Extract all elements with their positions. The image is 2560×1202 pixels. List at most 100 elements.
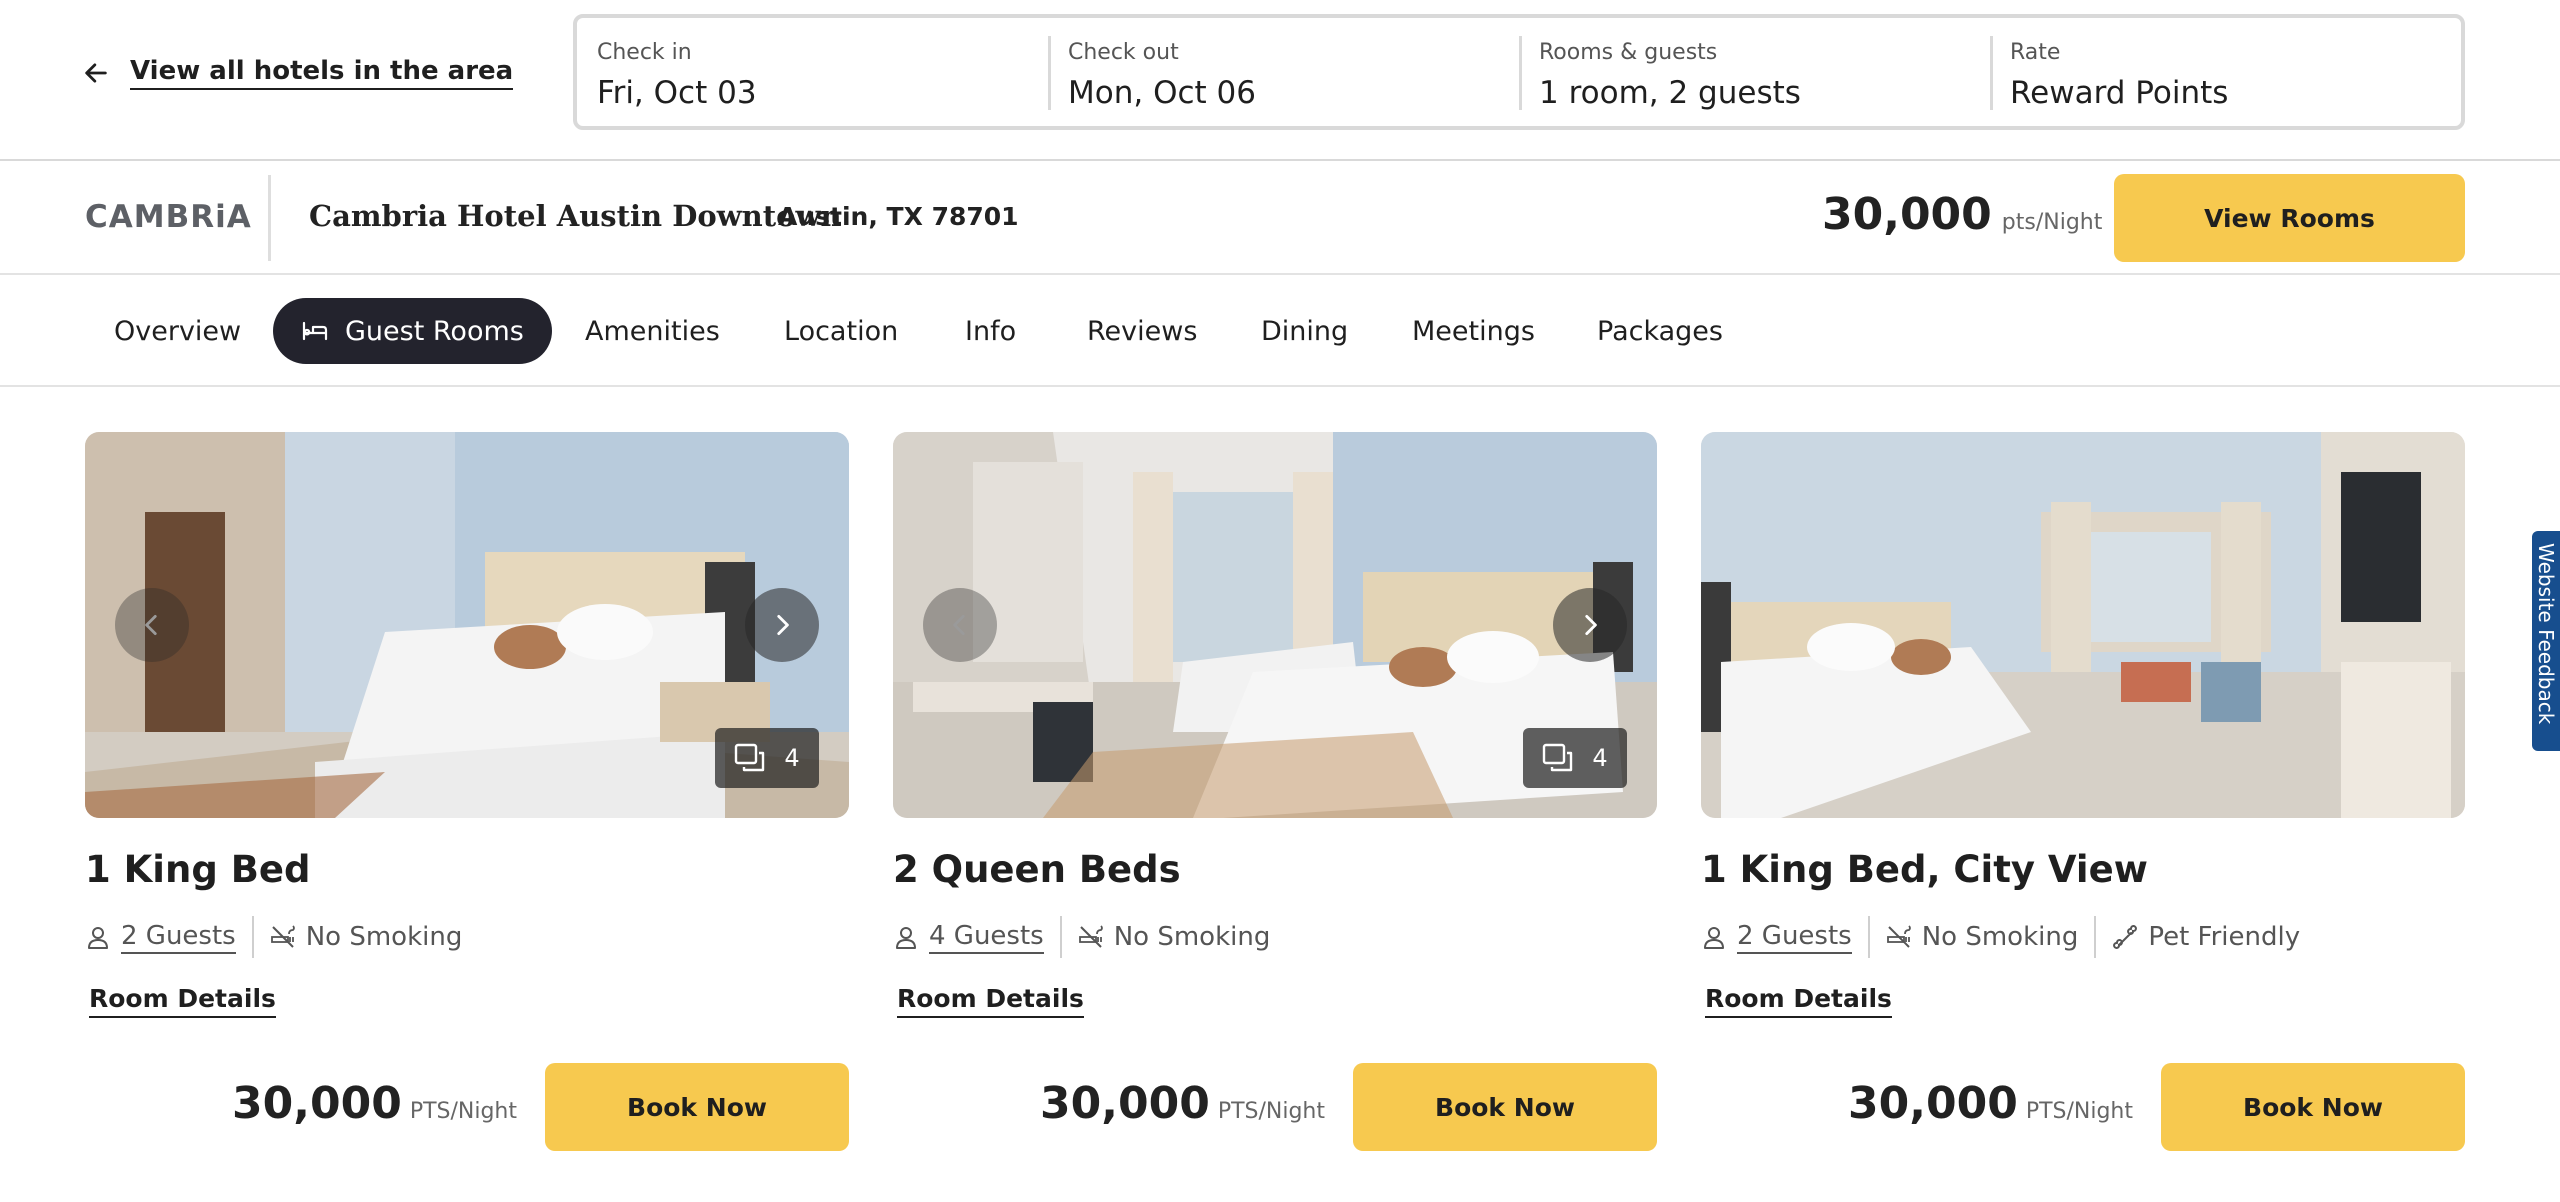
person-icon	[88, 927, 108, 949]
search-header: View all hotels in the area Check in Fri…	[0, 0, 2560, 161]
room-details-link[interactable]: Room Details	[1705, 984, 1892, 1018]
tab-guest-rooms-label: Guest Rooms	[345, 315, 524, 347]
feature-divider	[2094, 916, 2097, 958]
person-icon	[896, 927, 916, 949]
photo-gallery-button[interactable]: 4	[715, 728, 819, 788]
guests-feature: 2 Guests	[85, 921, 236, 954]
rate-caption: Rate	[2010, 40, 2061, 65]
check-out-caption: Check out	[1068, 40, 1179, 65]
check-in-field[interactable]: Check in Fri, Oct 03	[577, 18, 1048, 126]
pet-bone-icon	[2113, 925, 2138, 949]
book-now-button[interactable]: Book Now	[1353, 1063, 1657, 1151]
room-features: 2 Guests No Smoking Pet Friendly	[1701, 916, 2300, 958]
room-price-value: 30,000	[232, 1078, 402, 1129]
arrow-left-icon	[85, 63, 107, 83]
room-price-unit: PTS/Night	[1217, 1099, 1325, 1124]
view-all-hotels-link[interactable]: View all hotels in the area	[82, 56, 514, 90]
gallery-icon	[735, 743, 765, 772]
tab-meetings[interactable]: Meetings	[1384, 298, 1563, 364]
cambria-logo: CAMBRiA	[85, 199, 252, 235]
chevron-left-icon	[145, 614, 157, 636]
website-feedback-label: Website Feedback	[2534, 543, 2558, 725]
rooms-guests-caption: Rooms & guests	[1539, 40, 1718, 65]
next-photo-button[interactable]	[1553, 588, 1627, 662]
rate-value: Reward Points	[2010, 75, 2229, 111]
pet-label: Pet Friendly	[2148, 922, 2301, 952]
room-title: 1 King Bed, City View	[1701, 848, 2148, 891]
room-details-link[interactable]: Room Details	[89, 984, 276, 1018]
guests-link[interactable]: 2 Guests	[121, 921, 236, 954]
tab-location[interactable]: Location	[756, 298, 926, 364]
tab-amenities[interactable]: Amenities	[557, 298, 748, 364]
tab-reviews[interactable]: Reviews	[1059, 298, 1225, 364]
no-smoking-icon	[270, 925, 295, 948]
brand-divider	[268, 175, 271, 261]
view-rooms-button[interactable]: View Rooms	[2114, 174, 2465, 262]
room-features: 4 Guests No Smoking	[893, 916, 1270, 958]
hotel-price-value: 30,000	[1822, 189, 1992, 240]
photo-count: 4	[784, 744, 800, 772]
hotel-name: Cambria Hotel Austin Downtown	[309, 199, 842, 233]
rate-field[interactable]: Rate Reward Points	[1990, 18, 2461, 126]
room-photo-image	[1701, 432, 2465, 818]
hotel-price: 30,000 pts/Night	[1822, 189, 2102, 240]
check-out-field[interactable]: Check out Mon, Oct 06	[1048, 18, 1519, 126]
tab-dining[interactable]: Dining	[1233, 298, 1376, 364]
guests-link[interactable]: 2 Guests	[1737, 921, 1852, 954]
next-photo-button[interactable]	[745, 588, 819, 662]
room-title: 2 Queen Beds	[893, 848, 1181, 891]
smoking-feature: No Smoking	[270, 922, 463, 952]
hotel-price-unit: pts/Night	[2001, 210, 2103, 235]
book-now-button[interactable]: Book Now	[545, 1063, 849, 1151]
photo-gallery-button[interactable]: 4	[1523, 728, 1627, 788]
room-price: 30,000 PTS/Night	[232, 1078, 517, 1129]
guests-link[interactable]: 4 Guests	[929, 921, 1044, 954]
rooms-guests-field[interactable]: Rooms & guests 1 room, 2 guests	[1519, 18, 1990, 126]
hotel-summary-bar: CAMBRiA Cambria Hotel Austin Downtown Au…	[0, 161, 2560, 275]
website-feedback-tab[interactable]: Website Feedback	[2532, 531, 2560, 751]
feature-divider	[1059, 916, 1062, 958]
room-details-link[interactable]: Room Details	[897, 984, 1084, 1018]
tab-packages[interactable]: Packages	[1569, 298, 1751, 364]
tab-overview[interactable]: Overview	[86, 298, 269, 364]
room-price-value: 30,000	[1040, 1078, 1210, 1129]
room-card: 1 King Bed, City View 2 Guests No Smokin…	[1701, 432, 2465, 1172]
search-summary: Check in Fri, Oct 03 Check out Mon, Oct …	[573, 14, 2465, 130]
book-now-button[interactable]: Book Now	[2161, 1063, 2465, 1151]
smoking-label: No Smoking	[305, 922, 463, 952]
gallery-icon	[1543, 743, 1573, 772]
rooms-guests-value: 1 room, 2 guests	[1539, 75, 1801, 111]
room-price: 30,000 PTS/Night	[1848, 1078, 2133, 1129]
room-card: 4 1 King Bed 2 Guests No Smoking Room De…	[85, 432, 849, 1172]
bed-icon	[302, 321, 328, 341]
view-all-hotels-label: View all hotels in the area	[130, 56, 514, 90]
check-in-caption: Check in	[597, 40, 692, 65]
room-title: 1 King Bed	[85, 848, 311, 891]
tab-info[interactable]: Info	[937, 298, 1044, 364]
smoking-label: No Smoking	[1113, 922, 1271, 952]
tab-guest-rooms[interactable]: Guest Rooms	[273, 298, 552, 364]
check-in-value: Fri, Oct 03	[597, 75, 757, 111]
person-icon	[1704, 927, 1724, 949]
feature-divider	[1867, 916, 1870, 958]
chevron-right-icon	[1585, 614, 1597, 636]
room-photo[interactable]	[1701, 432, 2465, 818]
photo-count: 4	[1592, 744, 1608, 772]
smoking-feature: No Smoking	[1886, 922, 2078, 952]
room-price: 30,000 PTS/Night	[1040, 1078, 1325, 1129]
check-out-value: Mon, Oct 06	[1068, 75, 1256, 111]
room-features: 2 Guests No Smoking	[85, 916, 462, 958]
hotel-city: Austin, TX 78701	[778, 202, 1019, 231]
feature-divider	[251, 916, 254, 958]
previous-photo-button[interactable]	[923, 588, 997, 662]
room-photo[interactable]: 4	[85, 432, 849, 818]
chevron-right-icon	[777, 614, 789, 636]
room-photo[interactable]: 4	[893, 432, 1657, 818]
previous-photo-button[interactable]	[115, 588, 189, 662]
room-price-value: 30,000	[1848, 1078, 2018, 1129]
room-price-unit: PTS/Night	[2025, 1099, 2133, 1124]
hotel-tabs: Overview Guest Rooms Amenities Location …	[0, 275, 2560, 387]
guests-feature: 4 Guests	[893, 921, 1044, 954]
no-smoking-icon	[1078, 925, 1103, 948]
no-smoking-icon	[1886, 925, 1911, 948]
